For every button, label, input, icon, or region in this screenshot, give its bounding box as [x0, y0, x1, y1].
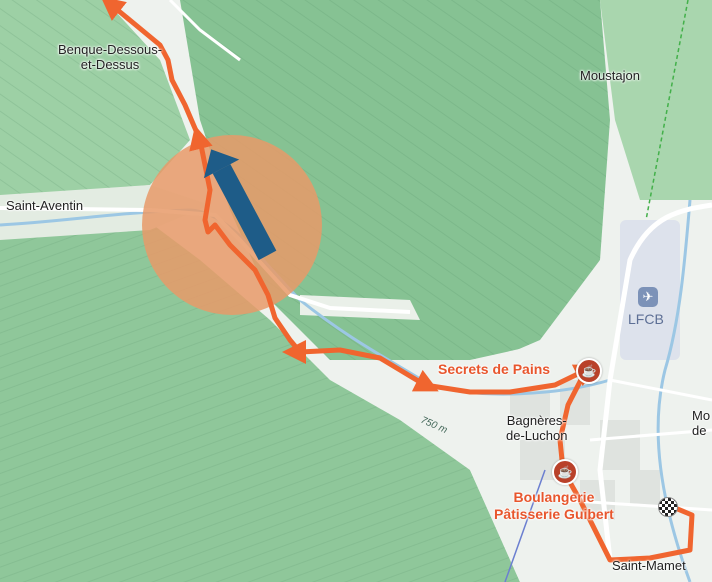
- map-canvas[interactable]: Benque-Dessous- et-Dessus Moustajon Sain…: [0, 0, 712, 582]
- place-label-benque: Benque-Dessous- et-Dessus: [58, 42, 163, 72]
- airport-code-label: LFCB: [628, 311, 664, 327]
- checkered-flag-icon[interactable]: [658, 497, 678, 517]
- forest-area: [600, 0, 712, 200]
- coffee-cup-icon[interactable]: ☕: [552, 459, 578, 485]
- coffee-cup-icon[interactable]: ☕: [576, 358, 602, 384]
- place-label-partial: Mo de: [692, 408, 711, 438]
- airplane-icon[interactable]: ✈: [638, 287, 658, 307]
- place-label-bagneres: Bagnères- de-Luchon: [506, 413, 568, 443]
- place-label-saint-aventin: Saint-Aventin: [6, 198, 84, 213]
- poi-label-secrets-de-pains[interactable]: Secrets de Pains: [438, 361, 550, 378]
- place-label-saint-mamet: Saint-Mamet: [612, 558, 686, 573]
- place-label-moustajon: Moustajon: [580, 68, 640, 83]
- poi-label-boulangerie[interactable]: Boulangerie Pâtisserie Guibert: [494, 489, 614, 523]
